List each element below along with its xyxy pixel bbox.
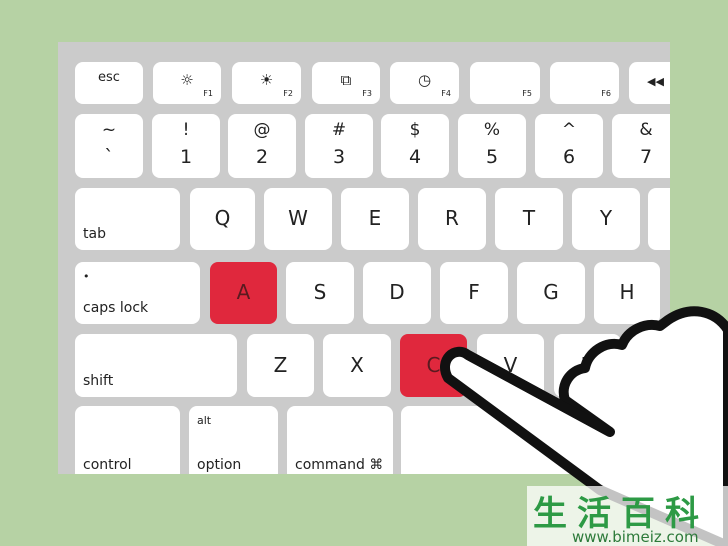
- watermark-url: www.bimeiz.com: [572, 528, 699, 546]
- watermark: 生活百科 www.bimeiz.com: [527, 486, 728, 546]
- hand-pointer-illustration: [440, 306, 728, 546]
